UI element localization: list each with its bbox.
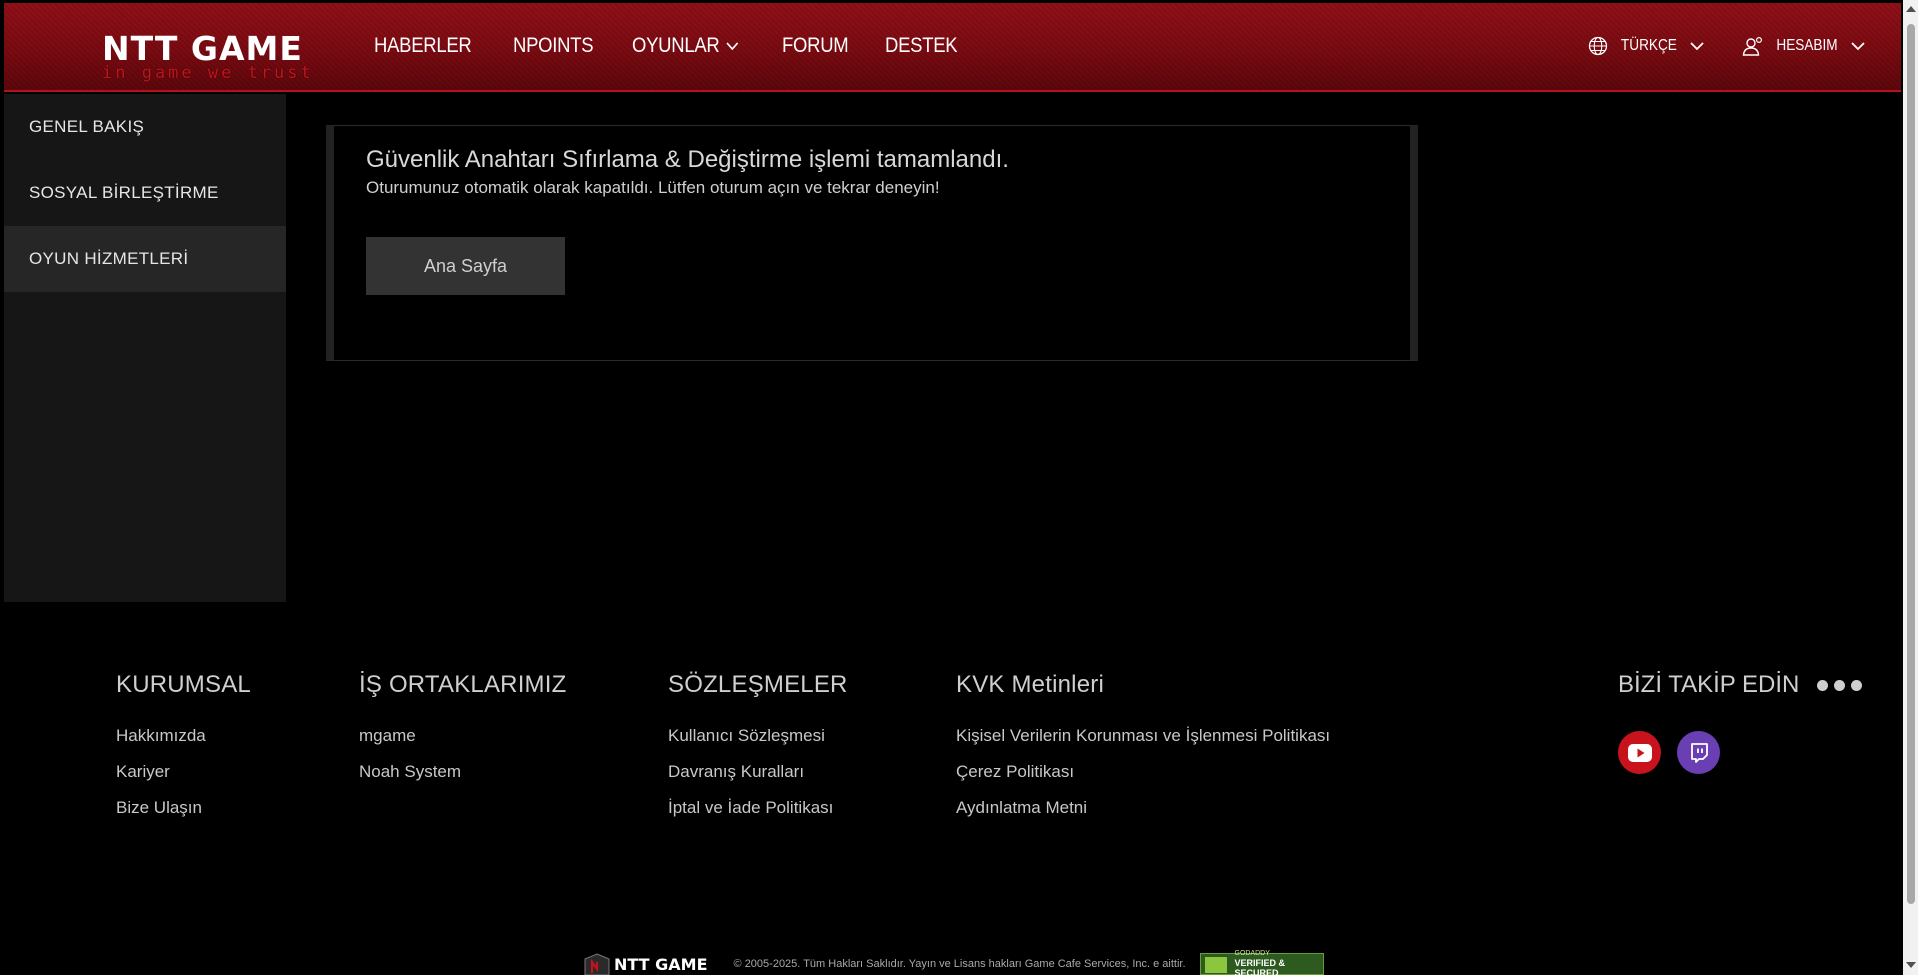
footer-link-noah-system[interactable]: Noah System: [359, 761, 566, 797]
sidebar-item-label: SOSYAL BİRLEŞTİRME: [29, 183, 219, 202]
sidebar-item-sosyal-birlestirme[interactable]: SOSYAL BİRLEŞTİRME: [4, 160, 286, 226]
scroll-down-arrow-icon[interactable]: [1906, 962, 1916, 968]
follow-us-title: BİZİ TAKİP EDİN: [1618, 671, 1800, 698]
youtube-link[interactable]: [1618, 731, 1661, 774]
footer-column-title: KVK Metinleri: [956, 671, 1104, 698]
twitch-icon: [1690, 742, 1708, 763]
footer-link-kvk-politikasi[interactable]: Kişisel Verilerin Korunması ve İşlenmesi…: [956, 725, 1330, 761]
nav-oyunlar[interactable]: OYUNLAR: [632, 34, 739, 58]
nav-oyunlar-label: OYUNLAR: [632, 34, 720, 57]
scroll-up-arrow-icon[interactable]: [1906, 6, 1916, 12]
sidebar: GENEL BAKIŞ SOSYAL BİRLEŞTİRME OYUN HİZM…: [4, 94, 286, 602]
nav-forum[interactable]: FORUM: [781, 34, 849, 58]
language-label: TÜRKÇE: [1621, 37, 1678, 54]
globe-icon: [1589, 36, 1608, 56]
youtube-icon: [1627, 743, 1652, 762]
footer-link-cerez-politikasi[interactable]: Çerez Politikası: [956, 761, 1330, 797]
footer-logo-text: NTT GAME: [614, 954, 708, 974]
message-subtitle: Oturumunuz otomatik olarak kapatıldı. Lü…: [366, 178, 940, 197]
message-title: Güvenlik Anahtarı Sıfırlama & Değiştirme…: [366, 146, 1009, 173]
badge-line2: VERIFIED & SECURED: [1234, 958, 1286, 975]
sidebar-item-oyun-hizmetleri[interactable]: OYUN HİZMETLERİ: [4, 226, 286, 292]
footer-column-title: SÖZLEŞMELER: [668, 671, 848, 698]
footer-column-is-ortaklarimiz: İŞ ORTAKLARIMIZ mgame Noah System: [359, 671, 566, 797]
more-dots-icon[interactable]: [1817, 679, 1863, 691]
nav-destek[interactable]: DESTEK: [885, 34, 958, 58]
footer-column-sozlesmeler: SÖZLEŞMELER Kullanıcı Sözleşmesi Davranı…: [668, 671, 848, 833]
social-links: [1618, 731, 1720, 774]
footer-link-aydinlatma-metni[interactable]: Aydınlatma Metni: [956, 797, 1330, 833]
logo-main-text: NTT GAME: [102, 29, 303, 68]
main-nav: HABERLER NPOINTS OYUNLAR FORUM DESTEK: [374, 3, 995, 89]
nav-forum-label: FORUM: [781, 34, 849, 57]
chevron-down-icon: [1690, 41, 1704, 50]
language-selector[interactable]: TÜRKÇE: [1588, 36, 1704, 56]
account-label: HESABIM: [1776, 37, 1838, 54]
footer-link-bize-ulasin[interactable]: Bize Ulaşın: [116, 797, 251, 833]
header-right: TÜRKÇE HESABIM: [1550, 3, 1865, 89]
chevron-down-icon: [1851, 41, 1865, 50]
user-icon: [1742, 36, 1762, 56]
sidebar-item-label: GENEL BAKIŞ: [29, 117, 145, 136]
follow-us: BİZİ TAKİP EDİN: [1618, 671, 1863, 699]
sidebar-item-genel-bakis[interactable]: GENEL BAKIŞ: [4, 94, 286, 160]
message-panel: Güvenlik Anahtarı Sıfırlama & Değiştirme…: [326, 125, 1418, 361]
footer-link-iptal-iade[interactable]: İptal ve İade Politikası: [668, 797, 848, 833]
footer-column-kvk: KVK Metinleri Kişisel Verilerin Korunmas…: [956, 671, 1330, 833]
lock-icon: [1204, 957, 1227, 973]
footer-column-title: KURUMSAL: [116, 671, 251, 698]
account-menu[interactable]: HESABIM: [1742, 36, 1865, 56]
scrollbar[interactable]: [1903, 0, 1918, 975]
sidebar-item-label: OYUN HİZMETLERİ: [29, 249, 189, 268]
chevron-down-icon: [726, 41, 739, 50]
ntt-shield-icon: [584, 953, 610, 975]
footer-link-kullanici-sozlesmesi[interactable]: Kullanıcı Sözleşmesi: [668, 725, 848, 761]
nav-npoints[interactable]: NPOINTS: [512, 34, 594, 58]
copyright-text: © 2005-2025. Tüm Hakları Saklıdır. Yayın…: [733, 958, 1186, 970]
footer-bottom: NTT GAME © 2005-2025. Tüm Hakları Saklıd…: [584, 950, 1324, 975]
follow-us-heading: BİZİ TAKİP EDİN: [1618, 671, 1863, 699]
twitch-link[interactable]: [1677, 731, 1720, 774]
scrollbar-thumb[interactable]: [1907, 24, 1915, 904]
nav-haberler-label: HABERLER: [374, 34, 472, 57]
footer-link-hakkimizda[interactable]: Hakkımızda: [116, 725, 251, 761]
nav-destek-label: DESTEK: [885, 34, 958, 57]
badge-line1: GODADDY: [1234, 950, 1270, 957]
nav-npoints-label: NPOINTS: [512, 34, 594, 57]
ntt-game-logo[interactable]: NTT GAME in game we trust: [102, 31, 322, 91]
footer-logo[interactable]: NTT GAME: [584, 953, 708, 975]
godaddy-secure-badge[interactable]: GODADDY VERIFIED & SECURED: [1199, 950, 1324, 975]
footer-link-davranis-kurallari[interactable]: Davranış Kuralları: [668, 761, 848, 797]
logo-tagline: in game we trust: [102, 63, 314, 83]
footer-link-kariyer[interactable]: Kariyer: [116, 761, 251, 797]
page: NTT GAME in game we trust HABERLER NPOIN…: [4, 3, 1901, 975]
footer-link-mgame[interactable]: mgame: [359, 725, 566, 761]
home-button[interactable]: Ana Sayfa: [366, 237, 565, 295]
nav-haberler[interactable]: HABERLER: [374, 34, 472, 58]
footer-column-kurumsal: KURUMSAL Hakkımızda Kariyer Bize Ulaşın: [116, 671, 251, 833]
footer-column-title: İŞ ORTAKLARIMIZ: [359, 671, 567, 698]
header: NTT GAME in game we trust HABERLER NPOIN…: [4, 3, 1901, 92]
